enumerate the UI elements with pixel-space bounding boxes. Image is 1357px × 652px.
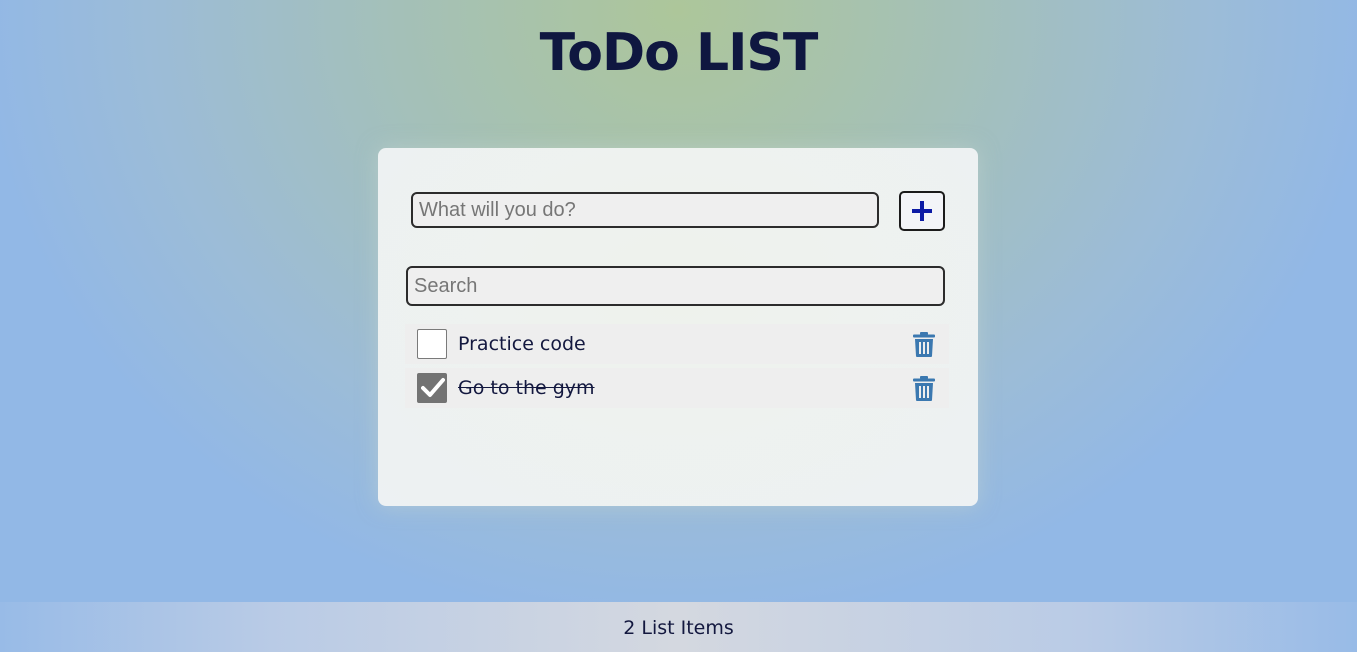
checkmark-icon bbox=[421, 378, 445, 397]
add-todo-button[interactable] bbox=[899, 191, 945, 231]
todo-checkbox[interactable] bbox=[417, 329, 447, 359]
item-count-footer: 2 List Items bbox=[0, 602, 1357, 652]
todo-item: Practice code bbox=[405, 324, 949, 364]
todo-item: Go to the gym bbox=[405, 368, 949, 408]
todo-checkbox[interactable] bbox=[417, 373, 447, 403]
todo-label: Go to the gym bbox=[458, 377, 595, 399]
page-title: ToDo LIST bbox=[539, 23, 819, 83]
plus-icon bbox=[912, 201, 932, 221]
todo-card: Practice code Go to the gym bbox=[378, 148, 978, 506]
todo-label: Practice code bbox=[458, 333, 586, 355]
new-todo-input[interactable] bbox=[411, 192, 879, 228]
search-input[interactable] bbox=[406, 266, 945, 306]
trash-icon[interactable] bbox=[913, 376, 935, 401]
trash-icon[interactable] bbox=[913, 332, 935, 357]
